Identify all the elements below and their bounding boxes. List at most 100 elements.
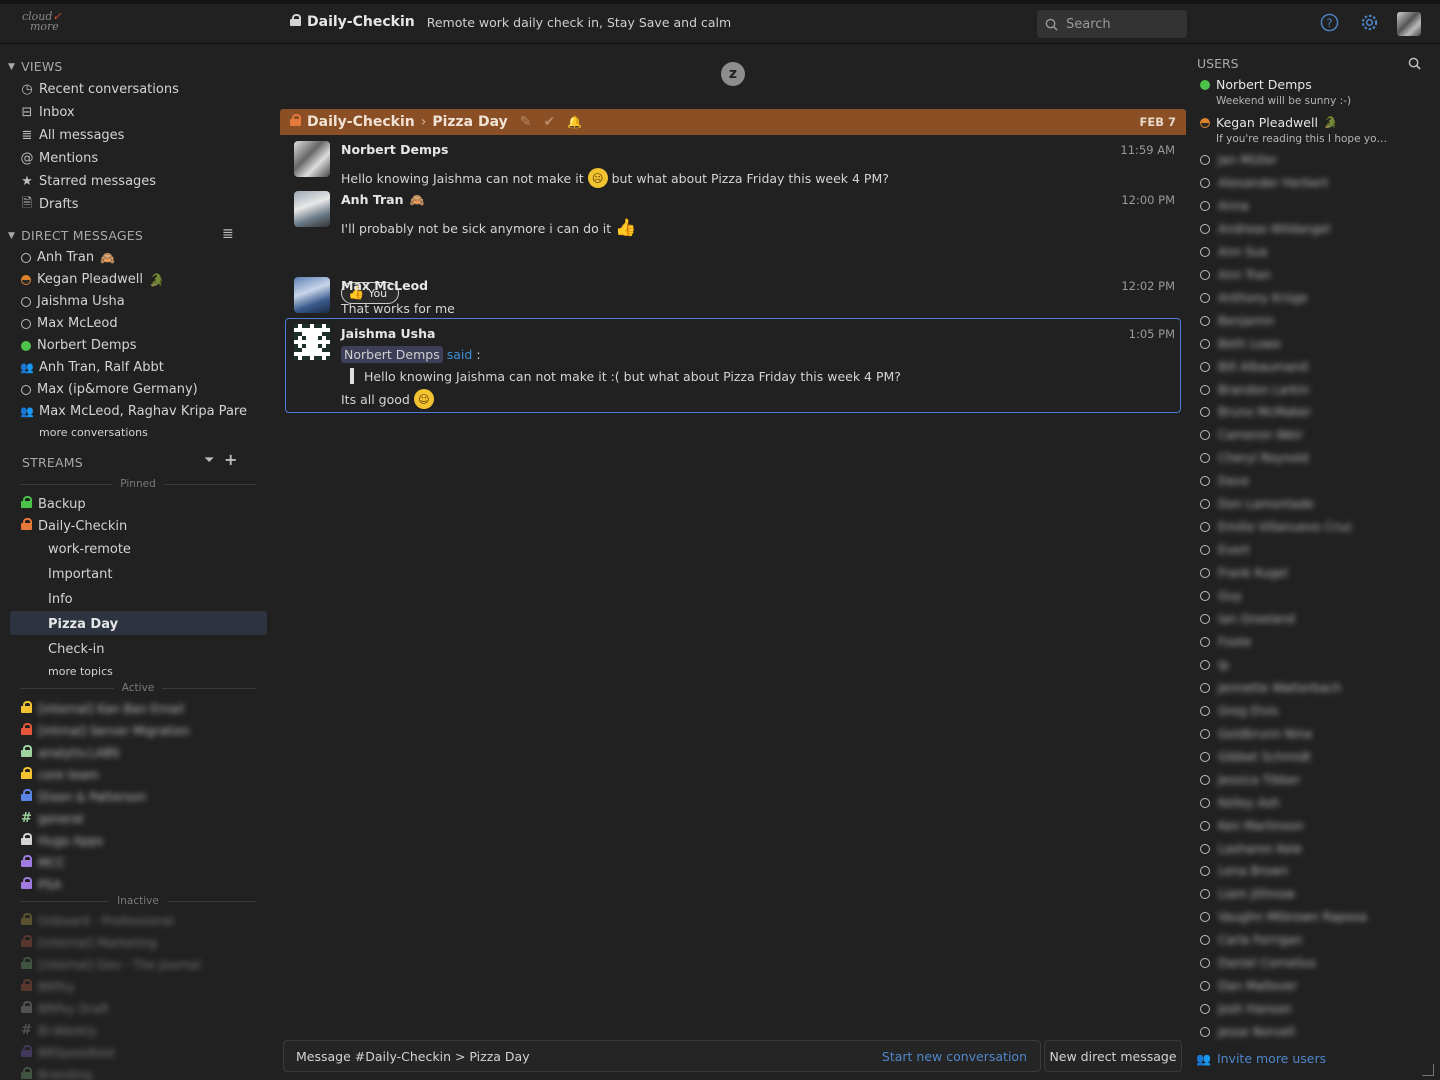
dm-max-mcleod[interactable]: Max McLeod — [21, 316, 118, 331]
dm-anh-tran[interactable]: Anh Tran 🙈 — [21, 250, 115, 265]
gear-icon[interactable] — [1360, 13, 1379, 32]
user-offline[interactable]: Liam Jithnow — [1200, 887, 1295, 901]
message-sender[interactable]: Norbert Demps — [341, 142, 448, 157]
user-offline[interactable]: Greg Elvis — [1200, 704, 1278, 718]
message-time[interactable]: 11:59 AM — [1120, 143, 1175, 157]
help-icon[interactable]: ? — [1320, 13, 1339, 32]
user-offline[interactable]: Carla Ferrigan — [1200, 933, 1302, 947]
message-row-selected[interactable]: Jaishma Usha 1:05 PM Norbert Demps said:… — [285, 318, 1181, 413]
topic-pizza-day[interactable]: Pizza Day — [48, 617, 118, 632]
user-offline[interactable]: Kelley Ash — [1200, 796, 1280, 810]
view-recent-conversations[interactable]: ◷ Recent conversations — [21, 82, 179, 97]
stream-daily-checkin[interactable]: Daily-Checkin — [21, 518, 127, 534]
user-offline[interactable]: Ann Tran — [1200, 268, 1271, 282]
avatar[interactable] — [294, 324, 330, 360]
message-time[interactable]: 12:02 PM — [1121, 279, 1175, 293]
user-offline[interactable]: Bruno McMaker — [1200, 405, 1311, 419]
dm-norbert-demps[interactable]: Norbert Demps — [21, 338, 137, 353]
start-new-conversation-button[interactable]: Start new conversation — [882, 1049, 1027, 1064]
avatar[interactable] — [294, 141, 330, 177]
view-mentions[interactable]: @ Mentions — [21, 151, 99, 166]
stream-row[interactable]: core team — [21, 767, 99, 782]
user-kegan-pleadwell[interactable]: Kegan Pleadwell 🐊 — [1200, 115, 1338, 130]
stream-row[interactable]: Onboard - Professional — [21, 913, 174, 928]
checkmark-icon[interactable]: ✔ — [544, 114, 556, 130]
recipient-bar[interactable]: Daily-Checkin › Pizza Day ✎ ✔ 🔔 FEB 7 — [280, 109, 1186, 135]
stream-row[interactable]: BRPsy — [21, 979, 75, 994]
message-time[interactable]: 1:05 PM — [1129, 327, 1175, 341]
dm-group-max-raghav[interactable]: 👥 Max McLeod, Raghav Kripa Pare — [20, 404, 247, 419]
stream-row[interactable]: Dixon & Patterson — [21, 789, 146, 804]
dm-group-anh-ralf[interactable]: 👥 Anh Tran, Ralf Abbt — [20, 360, 164, 375]
user-offline[interactable]: Guy — [1200, 589, 1242, 603]
recipient-stream[interactable]: Daily-Checkin — [307, 114, 415, 130]
user-offline[interactable]: Andreas Wildangel — [1200, 222, 1330, 236]
message-row[interactable]: Norbert Demps 11:59 AM Hello knowing Jai… — [280, 135, 1186, 188]
user-offline[interactable]: Lasharon Kele — [1200, 842, 1302, 856]
stream-row[interactable]: # Bi-Weekly — [21, 1023, 97, 1038]
topic-check-in[interactable]: Check-in — [48, 642, 105, 657]
user-offline[interactable]: Bill Albaumanit — [1200, 360, 1309, 374]
stream-row[interactable]: PSA — [21, 877, 61, 892]
user-offline[interactable]: Cheryl Reynold — [1200, 451, 1309, 465]
avatar[interactable] — [294, 191, 330, 227]
view-drafts[interactable]: 🗎 Drafts — [21, 196, 79, 213]
topic-important[interactable]: Important — [48, 567, 112, 582]
stream-row[interactable]: [internal] Marketing — [21, 935, 157, 950]
message-sender[interactable]: Max McLeod — [341, 278, 428, 293]
compose-box[interactable]: Message #Daily-Checkin > Pizza Day Start… — [283, 1040, 1041, 1072]
user-avatar[interactable] — [1397, 12, 1421, 36]
user-offline[interactable]: Ian Groeland — [1200, 612, 1295, 626]
user-offline[interactable]: Lena Brown — [1200, 864, 1288, 878]
message-time[interactable]: 12:00 PM — [1121, 193, 1175, 207]
app-logo[interactable]: cloud✓ more — [22, 11, 62, 32]
topic-work-remote[interactable]: work-remote — [48, 542, 131, 557]
user-search-icon[interactable] — [1408, 57, 1421, 70]
dm-max-ipmore[interactable]: Max (ip&more Germany) — [21, 382, 198, 397]
dm-kegan-pleadwell[interactable]: Kegan Pleadwell 🐊 — [21, 272, 164, 287]
user-offline[interactable]: Ken Martinson — [1200, 819, 1304, 833]
user-offline[interactable]: Dan Mallover — [1200, 979, 1297, 993]
header-stream-name[interactable]: Daily-Checkin — [307, 14, 415, 30]
filter-icon[interactable]: ⏷ — [204, 453, 214, 468]
user-offline[interactable]: Don Lamontade — [1200, 497, 1314, 511]
user-offline[interactable]: Dave — [1200, 474, 1249, 488]
user-offline[interactable]: Benjamin — [1200, 314, 1275, 328]
stream-row[interactable]: MCC — [21, 855, 65, 870]
streams-header[interactable]: STREAMS — [22, 455, 83, 470]
user-offline[interactable]: Beth Lowe — [1200, 337, 1281, 351]
user-offline[interactable]: Cameron Weir — [1200, 428, 1303, 442]
stream-row[interactable]: [internal] Kan Ban Email — [21, 701, 184, 716]
edit-pencil-icon[interactable]: ✎ — [520, 114, 532, 130]
stream-row[interactable]: BRSpeedtest — [21, 1045, 115, 1060]
stream-row[interactable]: Hugo Apps — [21, 833, 103, 848]
user-offline[interactable]: Alexander Herbert — [1200, 176, 1329, 190]
user-offline[interactable]: Evert — [1200, 543, 1250, 557]
view-all-messages[interactable]: ≣ All messages — [21, 128, 125, 143]
stream-row[interactable]: # general — [21, 811, 84, 826]
stream-row[interactable]: BRPsy Draft — [21, 1001, 109, 1016]
more-topics-link[interactable]: more topics — [48, 665, 113, 678]
user-offline[interactable]: Emilio Villanuevo Cruz — [1200, 520, 1352, 534]
user-offline[interactable]: Anthony Krüge — [1200, 291, 1307, 305]
compose-dm-icon[interactable]: ≣ — [222, 226, 234, 242]
user-offline[interactable]: Josh Hanson — [1200, 1002, 1292, 1016]
user-offline[interactable]: Daniel Cornelius — [1200, 956, 1316, 970]
plus-icon[interactable]: + — [224, 450, 237, 469]
user-offline[interactable]: Jesse Norvell — [1200, 1025, 1295, 1039]
user-offline[interactable]: Brandon Larkin — [1200, 383, 1309, 397]
recipient-topic[interactable]: Pizza Day — [432, 114, 507, 130]
search-box[interactable]: Search — [1037, 10, 1187, 38]
stream-row[interactable]: Branding — [21, 1067, 92, 1080]
message-row[interactable]: Max McLeod 12:02 PM That works for me — [280, 271, 1186, 317]
message-row[interactable]: Anh Tran 🙈 12:00 PM I'll probably not be … — [280, 185, 1186, 304]
topic-info[interactable]: Info — [48, 592, 73, 607]
user-offline[interactable]: Jan Müller — [1200, 153, 1277, 167]
user-offline[interactable]: Foote — [1200, 635, 1251, 649]
avatar[interactable] — [294, 277, 330, 313]
view-inbox[interactable]: ⊟ Inbox — [21, 105, 75, 120]
more-conversations-link[interactable]: more conversations — [39, 426, 148, 439]
message-sender[interactable]: Jaishma Usha — [341, 326, 435, 341]
user-offline[interactable]: Frank Kugel — [1200, 566, 1288, 580]
view-starred[interactable]: ★ Starred messages — [21, 174, 156, 189]
